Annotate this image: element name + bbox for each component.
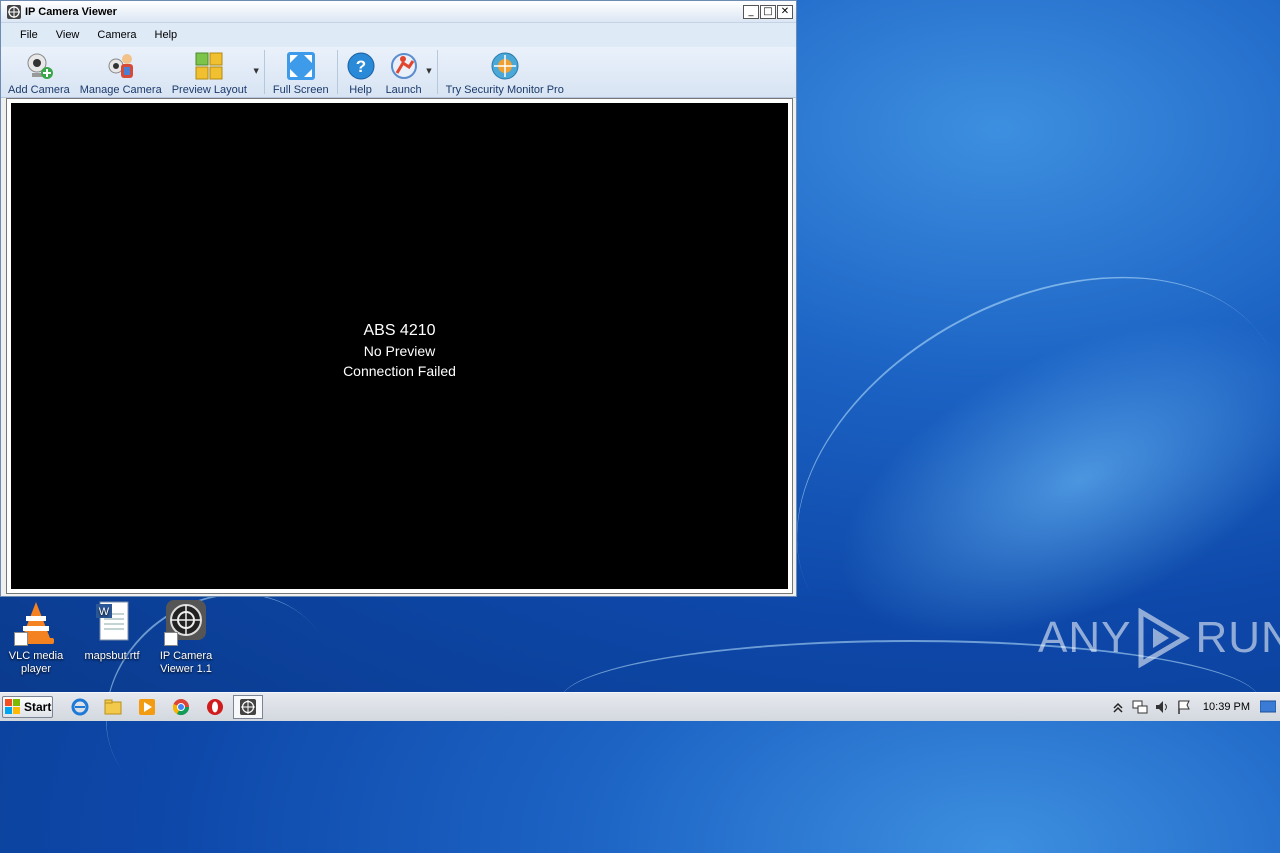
menu-file[interactable]: File — [11, 29, 47, 41]
camera-preview-pane[interactable]: ABS 4210 No Preview Connection Failed — [11, 103, 788, 589]
toolbar-separator — [436, 50, 438, 94]
clock[interactable]: 10:39 PM — [1203, 701, 1250, 713]
taskbar-ip-camera-viewer[interactable] — [233, 695, 263, 719]
folder-icon[interactable] — [104, 698, 122, 716]
menu-camera[interactable]: Camera — [88, 29, 145, 41]
fullscreen-icon — [286, 52, 315, 80]
help-label: Help — [349, 84, 372, 96]
webcam-add-icon — [27, 53, 53, 79]
opera-icon[interactable] — [206, 698, 224, 716]
menu-help[interactable]: Help — [146, 29, 187, 41]
launch-icon — [390, 53, 417, 79]
manage-camera-label: Manage Camera — [79, 84, 162, 96]
show-hidden-icons-icon[interactable] — [1110, 699, 1126, 715]
help-button[interactable]: ? Help — [341, 47, 381, 96]
try-security-monitor-pro-label: Try Security Monitor Pro — [445, 84, 564, 96]
full-screen-label: Full Screen — [272, 84, 329, 96]
system-tray: 10:39 PM — [1107, 693, 1280, 721]
play-logo-icon — [1138, 608, 1191, 668]
manage-camera-icon — [108, 54, 133, 78]
taskbar: Start 10:39 PM — [0, 692, 1280, 721]
toolbar-separator — [336, 50, 338, 94]
dropdown-arrow-icon[interactable]: ▼ — [254, 67, 259, 75]
desktop-icon-label: VLC media player — [8, 650, 64, 675]
security-monitor-icon — [491, 52, 519, 80]
action-center-flag-icon[interactable] — [1176, 699, 1192, 715]
dropdown-arrow-icon[interactable]: ▼ — [426, 67, 431, 75]
add-camera-label: Add Camera — [8, 84, 70, 96]
close-button[interactable]: ✕ — [777, 5, 793, 19]
show-desktop-icon[interactable] — [1260, 700, 1276, 714]
shortcut-arrow-icon — [164, 632, 178, 646]
window-controls: _ □ ✕ — [743, 5, 793, 19]
ip-camera-viewer-icon — [240, 699, 256, 715]
help-icon: ? — [347, 52, 375, 80]
title-bar[interactable]: IP Camera Viewer _ □ ✕ — [1, 1, 796, 23]
desktop-icon-label: IP Camera Viewer 1.1 — [159, 650, 213, 675]
ip-camera-viewer-icon — [162, 600, 210, 646]
network-icon[interactable] — [1132, 699, 1148, 715]
camera-name: ABS 4210 — [363, 322, 436, 339]
window-title: IP Camera Viewer — [25, 5, 117, 18]
preview-layout-label: Preview Layout — [171, 84, 247, 96]
toolbar: Add Camera Manage Camera Preview Layout … — [1, 47, 796, 98]
internet-explorer-icon[interactable] — [71, 698, 89, 716]
desktop-icon-label: mapsbut.rtf — [84, 650, 140, 662]
app-icon — [7, 4, 21, 19]
grid-layout-icon — [195, 52, 223, 80]
toolbar-separator — [263, 50, 265, 94]
manage-camera-button[interactable]: Manage Camera — [75, 47, 167, 96]
camera-status-overlay: ABS 4210 No Preview Connection Failed — [11, 321, 788, 381]
connection-status: Connection Failed — [343, 363, 456, 379]
desktop-icon-ipcam[interactable]: IP Camera Viewer 1.1 — [154, 600, 218, 676]
preview-layout-button[interactable]: Preview Layout ▼ — [167, 47, 261, 96]
camera-preview-frame: ABS 4210 No Preview Connection Failed — [6, 98, 793, 594]
media-player-icon[interactable] — [138, 698, 156, 716]
watermark-right: RUN — [1195, 613, 1280, 662]
ip-camera-viewer-window: IP Camera Viewer _ □ ✕ File View Camera … — [0, 0, 797, 597]
desktop-icon-vlc[interactable]: VLC media player — [4, 600, 68, 676]
launch-button[interactable]: Launch ▼ — [381, 47, 434, 96]
watermark-left: ANY — [1038, 613, 1132, 662]
minimize-button[interactable]: _ — [743, 5, 759, 19]
preview-status: No Preview — [363, 343, 436, 359]
anyrun-watermark: ANY RUN — [1038, 608, 1280, 668]
add-camera-button[interactable]: Add Camera — [3, 47, 75, 96]
start-label: Start — [24, 700, 52, 714]
svg-text:W: W — [99, 606, 110, 618]
desktop-icon-mapsbut[interactable]: W mapsbut.rtf — [80, 600, 144, 663]
start-button[interactable]: Start — [2, 696, 53, 718]
volume-icon[interactable] — [1154, 699, 1170, 715]
try-security-monitor-pro-button[interactable]: Try Security Monitor Pro — [441, 47, 569, 96]
svg-text:?: ? — [355, 57, 365, 76]
menu-view[interactable]: View — [47, 29, 89, 41]
vlc-icon — [12, 600, 60, 646]
shortcut-arrow-icon — [14, 632, 28, 646]
windows-logo-icon — [5, 699, 20, 714]
menu-bar: File View Camera Help — [1, 23, 796, 47]
launch-label: Launch — [385, 84, 422, 96]
word-document-icon: W — [88, 600, 136, 646]
full-screen-button[interactable]: Full Screen — [268, 47, 334, 96]
maximize-button[interactable]: □ — [760, 5, 776, 19]
chrome-icon[interactable] — [172, 698, 190, 716]
